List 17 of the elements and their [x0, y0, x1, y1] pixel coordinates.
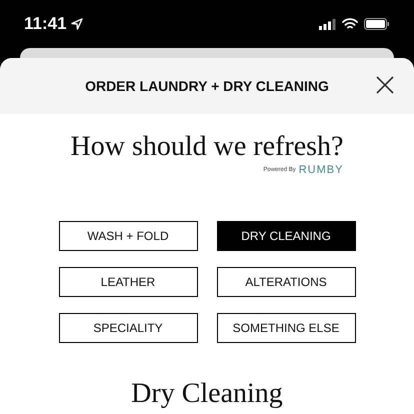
location-arrow-icon — [70, 18, 83, 30]
option-button[interactable]: LEATHER — [58, 266, 198, 296]
brand-logo: RUMBY — [298, 163, 344, 178]
close-button[interactable] — [374, 74, 396, 96]
option-button[interactable]: DRY CLEANING — [216, 220, 356, 250]
option-button[interactable]: ALTERATIONS — [216, 266, 356, 296]
option-button[interactable]: WASH + FOLD — [58, 220, 198, 250]
option-button[interactable]: SPECIALITY — [58, 312, 198, 342]
heading: How should we refresh? — [70, 130, 344, 164]
section-title: Dry Cleaning — [131, 378, 283, 408]
option-button[interactable]: SOMETHING ELSE — [216, 312, 356, 342]
status-time: 11:41 — [24, 13, 67, 36]
sheet-title: ORDER LAUNDRY + DRY CLEANING — [85, 76, 329, 96]
wifi-icon — [342, 18, 358, 30]
signal-icon — [319, 18, 336, 30]
close-icon — [376, 76, 394, 94]
battery-icon — [364, 18, 390, 30]
